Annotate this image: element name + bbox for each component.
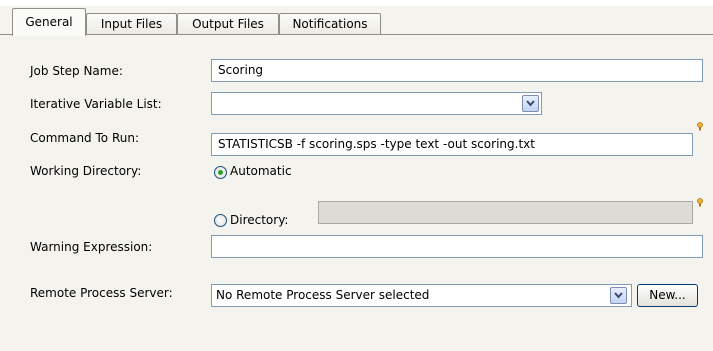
iterative-variable-list-dropdown-button[interactable] [522, 95, 539, 112]
automatic-radio-label: Automatic [230, 164, 292, 178]
directory-input[interactable] [318, 201, 693, 224]
iterative-variable-list-dropdown[interactable] [211, 92, 542, 115]
lightbulb-icon [697, 122, 703, 131]
general-panel: Job Step Name: Scoring Iterative Variabl… [0, 35, 713, 351]
warning-expression-label: Warning Expression: [30, 240, 153, 254]
command-to-run-input[interactable]: STATISTICSB -f scoring.sps -type text -o… [211, 133, 693, 156]
remote-process-server-label: Remote Process Server: [30, 286, 173, 300]
chevron-down-icon [526, 100, 535, 107]
job-step-name-label: Job Step Name: [30, 64, 123, 78]
command-to-run-label: Command To Run: [30, 131, 139, 145]
remote-process-server-dropdown-button[interactable] [610, 287, 627, 304]
tab-notifications[interactable]: Notifications [279, 13, 381, 34]
lightbulb-icon [697, 198, 703, 207]
tab-input-files[interactable]: Input Files [86, 13, 177, 34]
radio-selected-dot [218, 170, 223, 175]
job-step-name-input[interactable]: Scoring [211, 59, 703, 82]
working-directory-label: Working Directory: [30, 164, 142, 178]
chevron-down-icon [614, 292, 623, 299]
tab-output-files[interactable]: Output Files [177, 13, 279, 34]
directory-radio[interactable] [214, 214, 227, 227]
automatic-radio[interactable] [214, 166, 227, 179]
new-server-button[interactable]: New... [637, 284, 698, 307]
tab-general[interactable]: General [12, 8, 86, 36]
iterative-variable-list-label: Iterative Variable List: [30, 97, 162, 111]
directory-radio-label: Directory: [230, 213, 289, 227]
warning-expression-input[interactable] [211, 235, 703, 258]
remote-process-server-dropdown[interactable]: No Remote Process Server selected [211, 284, 632, 307]
